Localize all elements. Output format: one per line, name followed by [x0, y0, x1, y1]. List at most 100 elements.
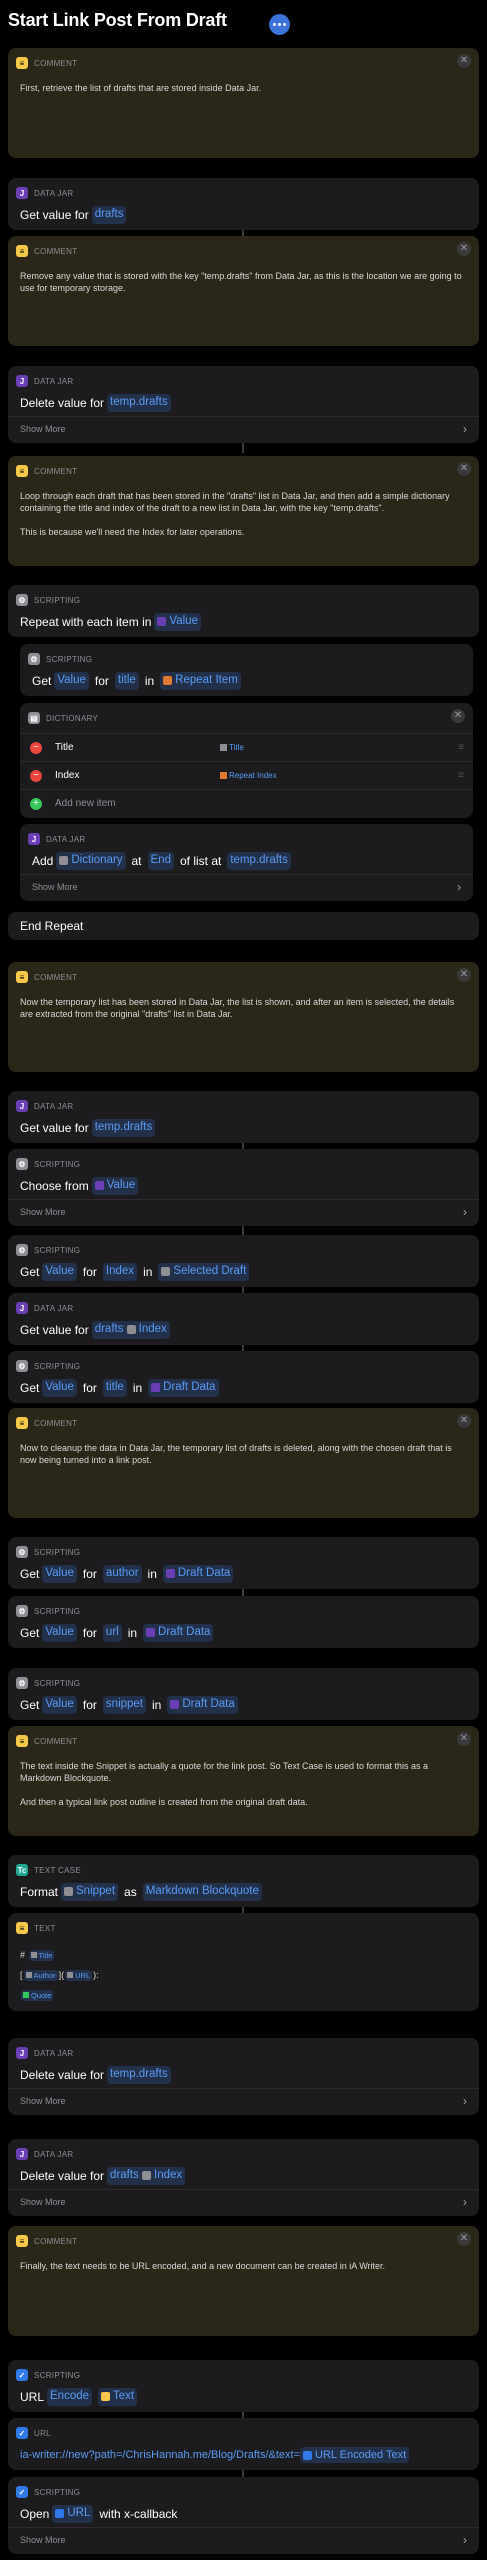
- temp-drafts-token[interactable]: temp.drafts: [107, 2066, 171, 2084]
- dictionary-token[interactable]: Dictionary: [56, 852, 126, 870]
- value-token[interactable]: Value: [42, 1696, 77, 1714]
- drafts-index-token[interactable]: drafts Index: [107, 2167, 186, 2185]
- get-author-action[interactable]: ⚙ SCRIPTING Get Value for author in Draft Data: [8, 1537, 479, 1589]
- drafts-index-token[interactable]: drafts Index: [91, 1321, 170, 1339]
- add-new-item-row[interactable]: + Add new item: [20, 789, 473, 817]
- open-url-action[interactable]: ✓ SCRIPTING Open URL with x-callback Show M…: [8, 2477, 479, 2554]
- url-action[interactable]: ✓ URL ia-writer://new?path=/ChrisHannah.m…: [8, 2418, 479, 2470]
- comment-card[interactable]: ≡ COMMENT ✕ Loop through each draft that …: [8, 456, 479, 566]
- chevron-right-icon: ›: [463, 2094, 467, 2108]
- show-more-button[interactable]: Show More ›: [8, 416, 479, 441]
- title-token[interactable]: title: [114, 672, 139, 690]
- data-jar-get-temp[interactable]: J DATA JAR Get value for temp.drafts: [8, 1091, 479, 1143]
- temp-drafts-token[interactable]: temp.drafts: [107, 394, 171, 412]
- repeat-item-token[interactable]: Repeat Item: [160, 672, 241, 690]
- close-icon[interactable]: ✕: [457, 1414, 471, 1428]
- show-more-button[interactable]: Show More ›: [8, 2527, 479, 2552]
- get-url-action[interactable]: ⚙ SCRIPTING Get Value for url in Draft Data: [8, 1596, 479, 1648]
- temp-drafts-token[interactable]: temp.drafts: [227, 852, 291, 870]
- data-jar-get-drafts[interactable]: J DATA JAR Get value for drafts: [8, 178, 479, 230]
- ellipsis-icon[interactable]: [269, 14, 290, 35]
- repeat-action[interactable]: ⚙ SCRIPTING Repeat with each item in Value: [8, 585, 479, 637]
- comment-card[interactable]: ≡ COMMENT ✕ The text inside the Snippet i…: [8, 1726, 479, 1836]
- scripting-icon: ⚙: [16, 1158, 28, 1170]
- data-jar-delete-temp[interactable]: J DATA JAR Delete value for temp.drafts Sh…: [8, 366, 479, 443]
- draft-data-token[interactable]: Draft Data: [143, 1624, 214, 1642]
- quote-variable[interactable]: Quote: [21, 1989, 54, 2001]
- remove-icon[interactable]: −: [30, 741, 42, 754]
- snippet-token[interactable]: snippet: [102, 1696, 147, 1714]
- get-title-action[interactable]: ⚙ SCRIPTING Get Value for title in Repeat Item: [20, 644, 473, 696]
- title-token[interactable]: title: [102, 1379, 127, 1397]
- value-token[interactable]: Value: [54, 672, 89, 690]
- text-case-action[interactable]: Tc TEXT CASE Format Snippet as Markdown Bloc…: [8, 1855, 479, 1907]
- value-token[interactable]: Value: [154, 613, 201, 631]
- encode-token[interactable]: Encode: [47, 2388, 93, 2406]
- dictionary-row[interactable]: − Index Repeat Index ≡: [20, 761, 473, 789]
- close-icon[interactable]: ✕: [457, 2232, 471, 2246]
- close-icon[interactable]: ✕: [457, 1732, 471, 1746]
- url-variable-token[interactable]: URL: [52, 2505, 94, 2523]
- show-more-button[interactable]: Show More ›: [8, 2088, 479, 2113]
- remove-icon[interactable]: −: [30, 769, 42, 782]
- add-to-list-action[interactable]: J DATA JAR Add Dictionary at End of list at te…: [20, 824, 473, 901]
- text-action[interactable]: ≡ TEXT # Title [Author](URL): Quote: [8, 1913, 479, 2011]
- value-token[interactable]: Value: [91, 1177, 139, 1195]
- end-repeat[interactable]: End Repeat: [8, 912, 479, 940]
- close-icon[interactable]: ✕: [457, 462, 471, 476]
- title-variable[interactable]: Title: [28, 1949, 55, 1961]
- get-snippet-action[interactable]: ⚙ SCRIPTING Get Value for snippet in Draft Dat…: [8, 1668, 479, 1720]
- value-token[interactable]: Value: [42, 1379, 77, 1397]
- add-icon[interactable]: +: [30, 797, 42, 810]
- url-variable[interactable]: URL: [65, 1969, 93, 1981]
- show-more-button[interactable]: Show More ›: [8, 2189, 479, 2214]
- close-icon[interactable]: ✕: [457, 968, 471, 982]
- drag-handle-icon[interactable]: ≡: [458, 770, 464, 781]
- choose-from-list[interactable]: ⚙ SCRIPTING Choose from Value Show More ›: [8, 1149, 479, 1226]
- comment-card[interactable]: ≡ COMMENT ✕ Remove any value that is stor…: [8, 236, 479, 346]
- get-index-action[interactable]: ⚙ SCRIPTING Get Value for Index in Selected Dr…: [8, 1235, 479, 1287]
- index-token[interactable]: Index: [102, 1263, 138, 1281]
- comment-card[interactable]: ≡ COMMENT ✕ First, retrieve the list of d…: [8, 48, 479, 158]
- text-content[interactable]: # Title [Author](URL): Quote: [8, 1937, 479, 2013]
- author-variable[interactable]: Author: [23, 1969, 58, 1981]
- scripting-icon: ⚙: [16, 594, 28, 606]
- data-jar-delete-temp[interactable]: J DATA JAR Delete value for temp.drafts Sh…: [8, 2038, 479, 2115]
- close-icon[interactable]: ✕: [457, 242, 471, 256]
- url-encoded-text-token[interactable]: URL Encoded Text: [300, 2447, 410, 2463]
- author-token[interactable]: author: [102, 1565, 142, 1583]
- close-icon[interactable]: ✕: [457, 54, 471, 68]
- comment-text: Loop through each draft that has been st…: [20, 491, 450, 538]
- end-token[interactable]: End: [147, 852, 174, 870]
- value-token[interactable]: Value: [42, 1624, 77, 1642]
- temp-drafts-token[interactable]: temp.drafts: [91, 1119, 156, 1137]
- dictionary-action[interactable]: ▤ DICTIONARY ✕ − Title Title ≡ − Index Re…: [20, 703, 473, 818]
- shortcut-title: Start Link Post From Draft: [8, 10, 227, 30]
- data-jar-icon: J: [28, 833, 40, 845]
- url-icon: ✓: [16, 2427, 28, 2439]
- draft-data-token[interactable]: Draft Data: [167, 1696, 238, 1714]
- data-jar-get-draft[interactable]: J DATA JAR Get value for drafts Index: [8, 1293, 479, 1345]
- drag-handle-icon[interactable]: ≡: [458, 742, 464, 753]
- snippet-variable-token[interactable]: Snippet: [61, 1883, 119, 1901]
- show-more-button[interactable]: Show More ›: [20, 874, 473, 899]
- value-token[interactable]: Value: [42, 1565, 77, 1583]
- value-token[interactable]: Value: [42, 1263, 77, 1281]
- comment-card[interactable]: ≡ COMMENT ✕ Now the temporary list has be…: [8, 962, 479, 1072]
- draft-data-token[interactable]: Draft Data: [162, 1565, 234, 1583]
- comment-card[interactable]: ≡ COMMENT ✕ Finally, the text needs to be…: [8, 2226, 479, 2336]
- show-more-button[interactable]: Show More ›: [8, 1199, 479, 1224]
- selected-draft-token[interactable]: Selected Draft: [158, 1263, 250, 1281]
- get-title-draft-data[interactable]: ⚙ SCRIPTING Get Value for title in Draft Data: [8, 1351, 479, 1403]
- close-icon[interactable]: ✕: [451, 709, 465, 723]
- data-jar-delete-draft[interactable]: J DATA JAR Delete value for drafts Index S…: [8, 2139, 479, 2216]
- text-variable-token[interactable]: Text: [98, 2388, 138, 2406]
- url-encode-action[interactable]: ✓ SCRIPTING URL Encode Text: [8, 2360, 479, 2412]
- url-field[interactable]: ia-writer://new?path=/ChrisHannah.me/Blo…: [8, 2442, 479, 2468]
- comment-card[interactable]: ≡ COMMENT ✕ Now to cleanup the data in Da…: [8, 1408, 479, 1518]
- markdown-blockquote-token[interactable]: Markdown Blockquote: [142, 1883, 262, 1901]
- draft-data-token[interactable]: Draft Data: [148, 1379, 219, 1397]
- drafts-token[interactable]: drafts: [91, 206, 127, 224]
- url-token[interactable]: url: [102, 1624, 122, 1642]
- dictionary-row[interactable]: − Title Title ≡: [20, 733, 473, 761]
